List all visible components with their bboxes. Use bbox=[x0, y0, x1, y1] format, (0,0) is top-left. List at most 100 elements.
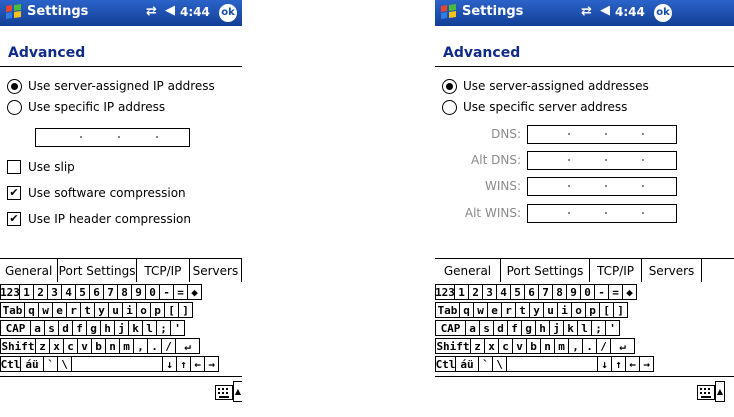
key[interactable]: ; bbox=[156, 320, 171, 336]
ip-address-field[interactable] bbox=[35, 128, 190, 147]
wins-field[interactable] bbox=[527, 177, 677, 196]
key[interactable]: → bbox=[639, 356, 654, 372]
key[interactable]: , bbox=[133, 338, 148, 354]
key[interactable]: r bbox=[501, 302, 516, 318]
key[interactable]: c bbox=[63, 338, 78, 354]
key[interactable]: b bbox=[91, 338, 106, 354]
keyboard-icon[interactable] bbox=[215, 385, 233, 400]
key[interactable]: 7 bbox=[538, 284, 553, 300]
dns-field[interactable] bbox=[527, 125, 677, 144]
key[interactable]: 2 bbox=[468, 284, 483, 300]
key[interactable]: ; bbox=[591, 320, 606, 336]
key[interactable]: d bbox=[493, 320, 508, 336]
key[interactable]: l bbox=[577, 320, 592, 336]
alt-dns-field[interactable] bbox=[527, 151, 677, 170]
key[interactable]: g bbox=[521, 320, 536, 336]
key[interactable]: Shift bbox=[0, 338, 36, 354]
key-space[interactable] bbox=[71, 356, 163, 372]
key[interactable]: h bbox=[535, 320, 550, 336]
alt-wins-field[interactable] bbox=[527, 204, 677, 223]
key[interactable]: - bbox=[159, 284, 174, 300]
key[interactable]: Ctl bbox=[0, 356, 21, 372]
clock[interactable]: 4:44 bbox=[615, 5, 645, 19]
volume-icon[interactable]: ◀ bbox=[165, 3, 175, 18]
ok-button[interactable]: ok bbox=[219, 4, 237, 22]
key[interactable]: [ bbox=[164, 302, 179, 318]
key[interactable]: l bbox=[142, 320, 157, 336]
key[interactable]: ] bbox=[613, 302, 628, 318]
key[interactable]: u bbox=[108, 302, 123, 318]
key[interactable]: . bbox=[582, 338, 597, 354]
key[interactable]: \ bbox=[492, 356, 507, 372]
key[interactable]: c bbox=[498, 338, 513, 354]
key[interactable]: j bbox=[114, 320, 129, 336]
key[interactable]: 6 bbox=[89, 284, 104, 300]
key[interactable]: ◆ bbox=[622, 284, 637, 300]
key[interactable]: Tab bbox=[0, 302, 25, 318]
key[interactable]: m bbox=[554, 338, 569, 354]
key[interactable]: 6 bbox=[524, 284, 539, 300]
key[interactable]: i bbox=[557, 302, 572, 318]
key[interactable]: áü bbox=[455, 356, 479, 372]
key[interactable]: i bbox=[122, 302, 137, 318]
connectivity-icon[interactable]: ⇄ bbox=[146, 4, 157, 19]
key[interactable]: h bbox=[100, 320, 115, 336]
key[interactable]: áü bbox=[20, 356, 44, 372]
key[interactable]: ↑ bbox=[611, 356, 626, 372]
key[interactable]: [ bbox=[599, 302, 614, 318]
key[interactable]: → bbox=[204, 356, 219, 372]
radio-selected[interactable] bbox=[7, 78, 22, 94]
radio-unselected[interactable] bbox=[442, 99, 457, 115]
key[interactable]: z bbox=[470, 338, 485, 354]
key[interactable]: v bbox=[512, 338, 527, 354]
key[interactable]: j bbox=[549, 320, 564, 336]
key[interactable]: ' bbox=[170, 320, 185, 336]
key[interactable]: 2 bbox=[33, 284, 48, 300]
windows-flag-icon[interactable] bbox=[439, 2, 459, 22]
tab-servers[interactable]: Servers bbox=[642, 258, 702, 282]
key[interactable]: t bbox=[515, 302, 530, 318]
key[interactable]: z bbox=[35, 338, 50, 354]
key[interactable]: p bbox=[585, 302, 600, 318]
sip-arrow-button[interactable]: ▲ bbox=[715, 381, 725, 402]
key[interactable]: x bbox=[484, 338, 499, 354]
key[interactable]: ◆ bbox=[187, 284, 202, 300]
key[interactable]: g bbox=[86, 320, 101, 336]
key[interactable]: 123 bbox=[435, 284, 455, 300]
key[interactable]: k bbox=[128, 320, 143, 336]
key[interactable]: v bbox=[77, 338, 92, 354]
key[interactable]: k bbox=[563, 320, 578, 336]
key[interactable]: / bbox=[596, 338, 611, 354]
tab-tcp-ip[interactable]: TCP/IP bbox=[136, 258, 190, 282]
key[interactable]: ` bbox=[43, 356, 58, 372]
server-addresses-option[interactable]: Use server-assigned addresses bbox=[442, 76, 649, 96]
key[interactable]: u bbox=[543, 302, 558, 318]
key[interactable]: ↓ bbox=[162, 356, 177, 372]
key[interactable]: p bbox=[150, 302, 165, 318]
key[interactable]: w bbox=[473, 302, 488, 318]
radio-unselected[interactable] bbox=[7, 99, 22, 115]
slip-checkbox[interactable] bbox=[7, 160, 21, 174]
windows-flag-icon[interactable] bbox=[4, 2, 24, 22]
key[interactable]: y bbox=[94, 302, 109, 318]
key[interactable]: , bbox=[568, 338, 583, 354]
server-ip-option[interactable]: Use server-assigned IP address bbox=[7, 76, 215, 96]
key[interactable]: q bbox=[24, 302, 39, 318]
key[interactable]: 9 bbox=[566, 284, 581, 300]
key[interactable]: 7 bbox=[103, 284, 118, 300]
software-compression-checkbox[interactable]: ✔ bbox=[7, 186, 21, 200]
ip-header-compression-checkbox[interactable]: ✔ bbox=[7, 212, 21, 226]
key[interactable]: ↵ bbox=[610, 338, 635, 354]
key[interactable]: ↑ bbox=[176, 356, 191, 372]
key[interactable]: = bbox=[173, 284, 188, 300]
key[interactable]: 9 bbox=[131, 284, 146, 300]
key[interactable]: / bbox=[161, 338, 176, 354]
slip-option[interactable]: Use slip bbox=[7, 157, 75, 177]
tab-port-settings[interactable]: Port Settings bbox=[501, 259, 590, 282]
key[interactable]: n bbox=[540, 338, 555, 354]
key[interactable]: Tab bbox=[435, 302, 460, 318]
key[interactable]: y bbox=[529, 302, 544, 318]
key[interactable]: r bbox=[66, 302, 81, 318]
radio-selected[interactable] bbox=[442, 78, 457, 94]
tab-servers[interactable]: Servers bbox=[189, 259, 242, 282]
